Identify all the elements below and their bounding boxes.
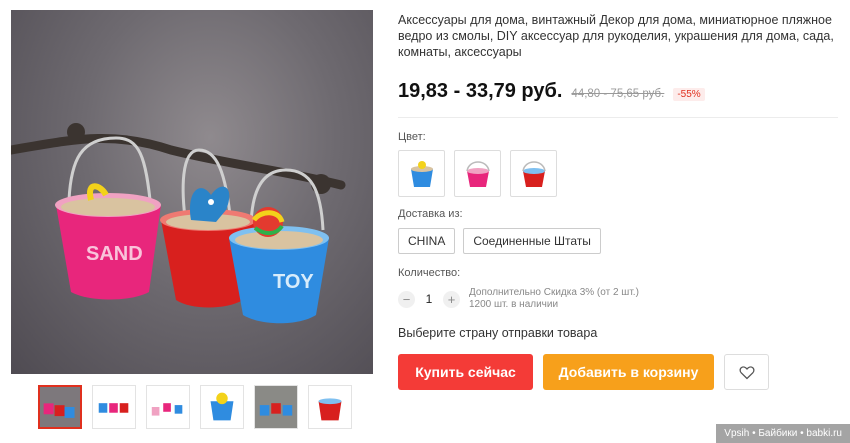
old-price: 44,80 - 75,65 руб. bbox=[571, 88, 665, 100]
shipping-label: Доставка из: bbox=[398, 208, 463, 220]
thumbnail-6[interactable] bbox=[308, 385, 352, 429]
buckets-on-branch-photo-icon bbox=[40, 387, 80, 427]
action-buttons: Купить сейчас Добавить в корзину bbox=[398, 354, 838, 390]
buckets-on-branch-photo: SAND TOY bbox=[11, 123, 346, 324]
color-option-pink[interactable] bbox=[454, 150, 501, 197]
thumbnail-3[interactable] bbox=[146, 385, 190, 429]
thumbnail-2[interactable] bbox=[92, 385, 136, 429]
product-title: Аксессуары для дома, винтажный Декор для… bbox=[398, 13, 834, 59]
add-to-cart-button[interactable]: Добавить в корзину bbox=[543, 354, 714, 390]
blue-bucket-icon bbox=[410, 160, 433, 187]
bulk-discount-note: Дополнительно Скидка 3% (от 2 шт.) bbox=[469, 287, 639, 298]
buckets-trio-photo-icon bbox=[98, 403, 129, 413]
color-option-blue[interactable] bbox=[398, 150, 445, 197]
color-option-red[interactable] bbox=[510, 150, 557, 197]
quantity-value[interactable]: 1 bbox=[415, 292, 443, 306]
thumbnail-5[interactable] bbox=[254, 385, 298, 429]
price-row: 19,83 - 33,79 руб. 44,80 - 75,65 руб. -5… bbox=[398, 80, 838, 103]
color-options bbox=[398, 150, 838, 197]
buy-now-button[interactable]: Купить сейчас bbox=[398, 354, 533, 390]
discount-badge: -55% bbox=[673, 88, 705, 101]
quantity-label: Количество: bbox=[398, 267, 461, 279]
buckets-white-photo-icon bbox=[151, 403, 183, 416]
main-product-image[interactable]: SAND TOY bbox=[11, 10, 373, 374]
watermark: Vpsih • Байбики • babki.ru bbox=[716, 424, 850, 443]
wishlist-button[interactable] bbox=[724, 354, 769, 390]
quantity-note: Дополнительно Скидка 3% (от 2 шт.) 1200 … bbox=[469, 287, 639, 311]
stock-note: 1200 шт. в наличии bbox=[469, 299, 559, 310]
buckets-grey-photo-icon bbox=[255, 386, 297, 428]
bucket-sand-text: SAND bbox=[86, 243, 143, 265]
heart-icon bbox=[738, 365, 755, 379]
shipping-option-usa[interactable]: Соединенные Штаты bbox=[463, 228, 601, 254]
quantity-decrease-button[interactable]: − bbox=[398, 290, 415, 308]
pink-bucket-icon bbox=[465, 160, 490, 187]
red-bucket-icon bbox=[521, 160, 546, 187]
thumbnail-4[interactable] bbox=[200, 385, 244, 429]
thumbnail-1[interactable] bbox=[38, 385, 82, 429]
thumbnail-strip bbox=[38, 385, 352, 429]
ship-country-prompt: Выберите страну отправки товара bbox=[398, 326, 598, 340]
shipping-options: CHINA Соединенные Штаты bbox=[398, 228, 838, 254]
bucket-toy-text: TOY bbox=[273, 271, 314, 293]
product-info: Аксессуары для дома, винтажный Декор для… bbox=[398, 12, 838, 390]
color-label: Цвет: bbox=[398, 131, 426, 143]
quantity-increase-button[interactable]: + bbox=[443, 290, 460, 308]
red-bucket-photo-icon bbox=[318, 398, 342, 421]
divider bbox=[398, 117, 838, 118]
quantity-stepper: − 1 + Дополнительно Скидка 3% (от 2 шт.)… bbox=[398, 287, 838, 311]
blue-bucket-photo-icon bbox=[210, 392, 234, 421]
current-price: 19,83 - 33,79 руб. bbox=[398, 80, 563, 102]
shipping-option-china[interactable]: CHINA bbox=[398, 228, 456, 254]
